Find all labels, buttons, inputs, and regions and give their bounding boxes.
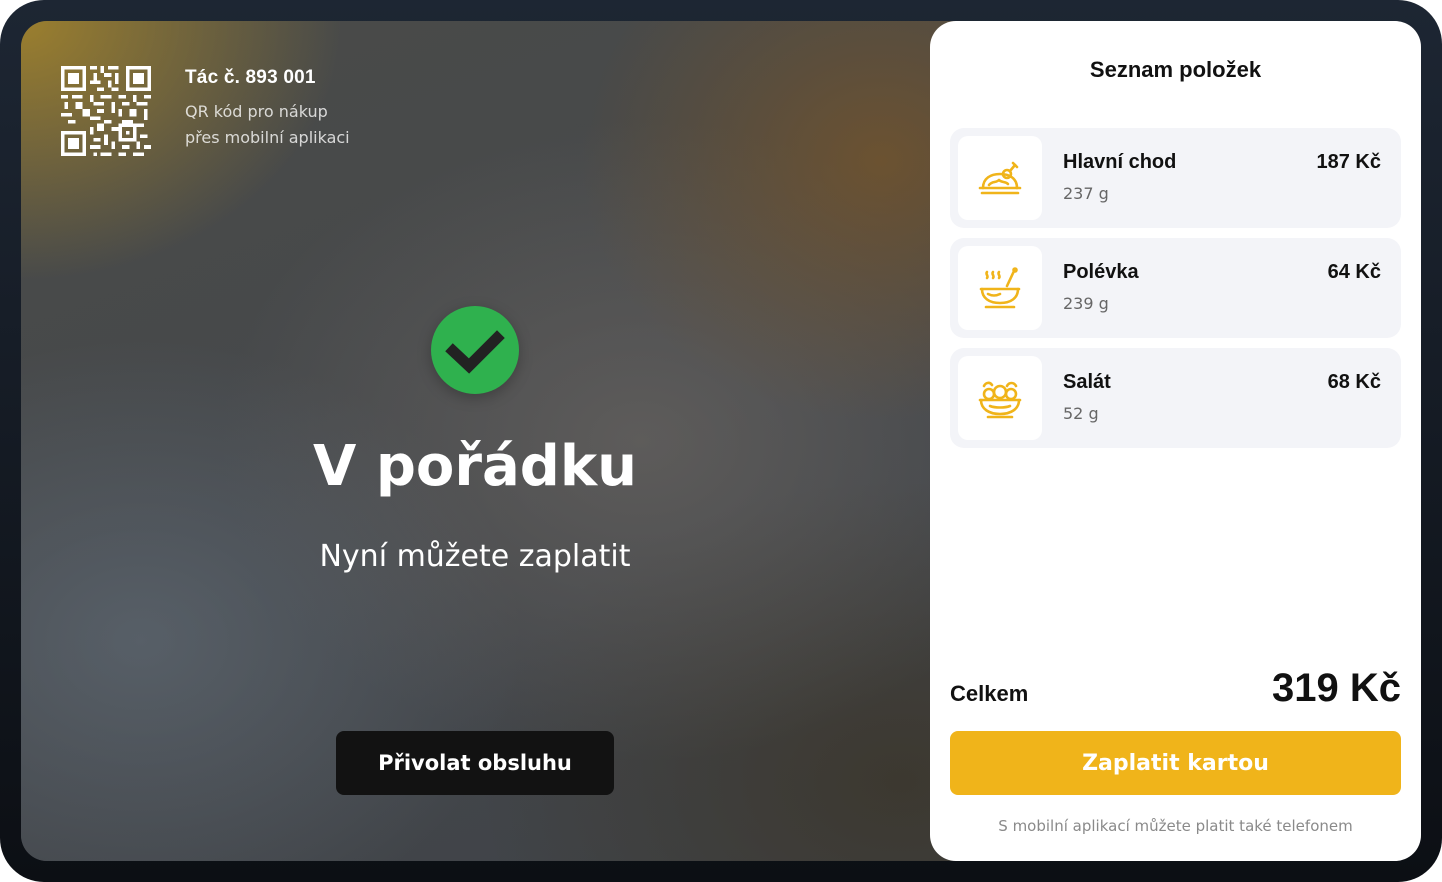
status-subtitle: Nyní můžete zaplatit <box>319 539 631 574</box>
item-price: 64 Kč <box>1327 261 1381 283</box>
item-name: Salát <box>1063 371 1111 393</box>
list-item[interactable]: Hlavní chod 237 g 187 Kč <box>950 128 1401 228</box>
total-value: 319 Kč <box>1272 666 1401 710</box>
panel-title: Seznam položek <box>1089 57 1262 82</box>
qr-header-text: Tác č. 893 001 QR kód pro nákup přes mob… <box>185 67 445 151</box>
qr-description: QR kód pro nákup přes mobilní aplikaci <box>185 99 445 151</box>
item-weight: 239 g <box>1063 294 1109 313</box>
main-course-icon <box>958 136 1042 220</box>
list-item[interactable]: Salát 52 g 68 Kč <box>950 348 1401 448</box>
items-panel: Seznam položek Hlavní chod 237 g 187 Kč … <box>930 21 1421 861</box>
item-name: Polévka <box>1063 261 1139 283</box>
check-circle-icon <box>431 306 519 394</box>
status-title: V pořádku <box>313 434 637 499</box>
items-list: Hlavní chod 237 g 187 Kč Polévka 239 g 6… <box>950 128 1401 458</box>
soup-bowl-icon <box>958 246 1042 330</box>
pay-by-card-button[interactable]: Zaplatit kartou <box>950 731 1401 795</box>
item-name: Hlavní chod <box>1063 151 1177 173</box>
item-price: 187 Kč <box>1316 151 1382 173</box>
screen: Tác č. 893 001 QR kód pro nákup přes mob… <box>21 21 1421 861</box>
item-weight: 52 g <box>1063 404 1099 423</box>
mobile-payment-note: S mobilní aplikací můžete platit také te… <box>998 817 1353 835</box>
item-weight: 237 g <box>1063 184 1109 203</box>
device-frame: Tác č. 893 001 QR kód pro nákup přes mob… <box>0 0 1442 882</box>
qr-description-line1: QR kód pro nákup <box>185 102 328 121</box>
call-staff-button[interactable]: Přivolat obsluhu <box>336 731 614 795</box>
total-label: Celkem <box>950 681 1029 706</box>
list-item[interactable]: Polévka 239 g 64 Kč <box>950 238 1401 338</box>
salad-bowl-icon <box>958 356 1042 440</box>
item-price: 68 Kč <box>1327 371 1381 393</box>
qr-code-icon[interactable] <box>61 66 151 156</box>
qr-description-line2: přes mobilní aplikaci <box>185 128 350 147</box>
table-number: Tác č. 893 001 <box>185 67 316 88</box>
